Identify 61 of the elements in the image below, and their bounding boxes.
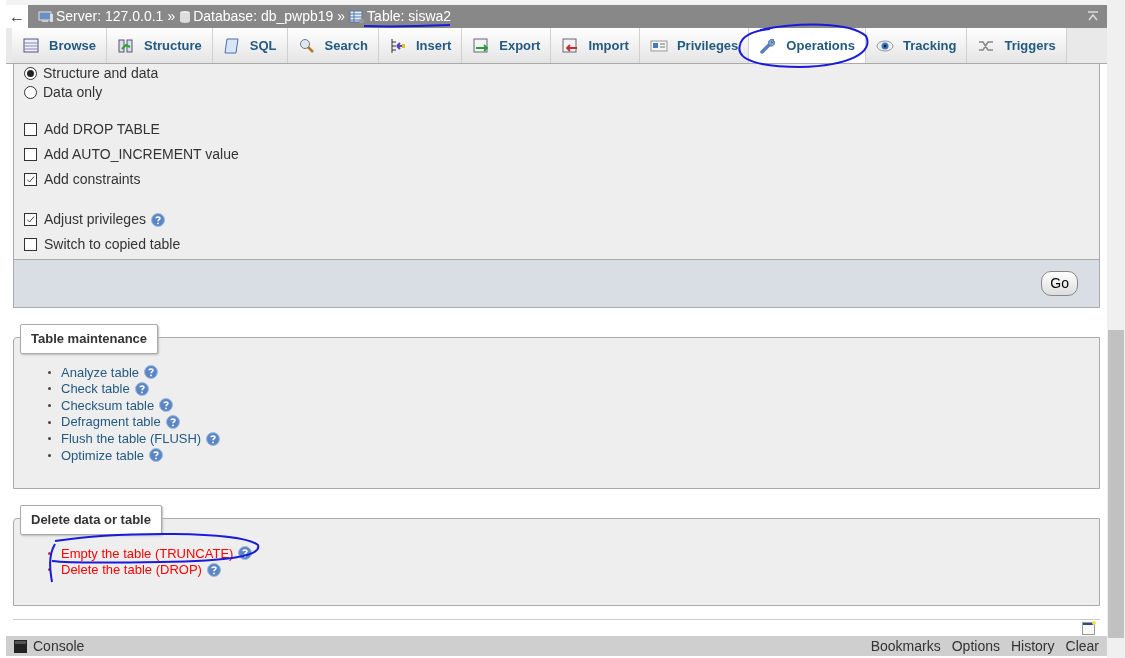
tab[interactable]: Privileges xyxy=(639,28,750,63)
tab[interactable]: Export xyxy=(462,28,552,63)
tab[interactable]: Import xyxy=(551,28,640,63)
breadcrumb-link[interactable]: Table: siswa2 xyxy=(367,6,452,27)
bullet-icon xyxy=(48,387,51,391)
checkbox-label: Add DROP TABLE xyxy=(44,120,160,139)
bullet-icon xyxy=(48,551,51,555)
tab[interactable]: Insert xyxy=(378,28,463,63)
tab[interactable]: SQL xyxy=(212,28,288,63)
console-link[interactable]: Clear xyxy=(1065,635,1099,657)
tab[interactable]: Operations xyxy=(749,28,866,63)
console-icon xyxy=(14,639,27,653)
database-icon xyxy=(179,9,192,24)
note-icon[interactable] xyxy=(1082,621,1096,635)
breadcrumb-link[interactable]: Database: db_pwpb19 xyxy=(193,6,334,27)
tab-icon xyxy=(222,36,241,55)
tab[interactable]: Triggers xyxy=(967,28,1067,63)
tab[interactable]: Structure xyxy=(106,28,213,63)
tab-icon xyxy=(116,36,135,55)
checkbox-label: Adjust privileges xyxy=(44,210,146,229)
breadcrumb-link[interactable]: Server: 127.0.0.1 xyxy=(56,6,164,27)
table-icon xyxy=(349,9,366,24)
tab[interactable]: Tracking xyxy=(865,28,968,63)
fieldset-legend: Delete data or table xyxy=(20,505,162,535)
fieldset-legend: Table maintenance xyxy=(20,324,159,354)
bullet-icon xyxy=(48,437,51,441)
tab-icon xyxy=(22,36,40,55)
bullet-icon xyxy=(48,453,51,457)
radio-label: Data only xyxy=(43,83,103,102)
radio-button[interactable] xyxy=(24,86,37,99)
checkbox-label: Switch to copied table xyxy=(44,235,181,254)
console-link[interactable]: Options xyxy=(951,635,1000,657)
go-button[interactable]: Go xyxy=(1041,271,1078,296)
tab-icon xyxy=(561,36,580,55)
checkbox[interactable] xyxy=(24,148,37,161)
tab[interactable]: Search xyxy=(287,28,379,63)
radio-button[interactable] xyxy=(24,67,37,80)
collapse-icon[interactable] xyxy=(1087,10,1099,23)
checkbox[interactable] xyxy=(24,238,37,251)
radio-label: Structure and data xyxy=(43,64,159,83)
checkbox-label: Add AUTO_INCREMENT value xyxy=(44,145,239,164)
back-button[interactable]: ← xyxy=(6,5,28,28)
bullet-icon xyxy=(48,370,51,374)
breadcrumb-separator: » xyxy=(337,7,346,26)
console-toggle[interactable]: Console xyxy=(33,635,85,657)
tab-icon xyxy=(472,36,491,55)
checkbox-label: Add constraints xyxy=(44,170,141,189)
tab-icon xyxy=(388,36,407,55)
server-icon xyxy=(38,9,54,24)
checkbox[interactable] xyxy=(24,173,37,186)
scrollbar[interactable] xyxy=(1107,0,1125,658)
console-link[interactable]: Bookmarks xyxy=(870,635,941,657)
breadcrumb-separator: » xyxy=(167,7,176,26)
console-link[interactable]: History xyxy=(1010,635,1055,657)
bullet-icon xyxy=(48,420,51,424)
tab-icon xyxy=(297,36,316,55)
checkbox[interactable] xyxy=(24,213,37,226)
tab-icon xyxy=(759,36,778,55)
bullet-icon xyxy=(48,404,51,407)
tab[interactable]: Browse xyxy=(12,28,107,63)
checkbox[interactable] xyxy=(24,123,37,136)
